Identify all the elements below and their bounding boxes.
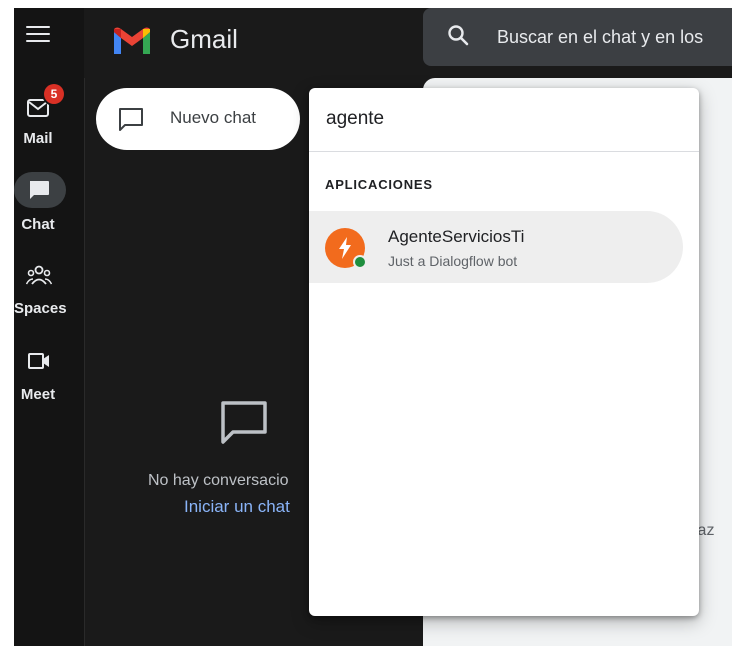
chat-bubble-icon xyxy=(30,181,49,199)
new-chat-icon xyxy=(119,108,143,131)
online-status-dot xyxy=(353,255,367,269)
gmail-logo-icon xyxy=(114,27,150,54)
empty-chat-icon xyxy=(221,401,267,444)
mail-unread-badge: 5 xyxy=(44,84,64,104)
rail-item-chat[interactable]: Chat xyxy=(14,172,84,236)
search-result-item[interactable]: AgenteServiciosTi Just a Dialogflow bot xyxy=(309,211,683,283)
dropdown-divider xyxy=(309,151,699,152)
new-chat-label: Nuevo chat xyxy=(170,108,256,127)
result-subtitle: Just a Dialogflow bot xyxy=(388,253,518,269)
rail-label-mail: Mail xyxy=(23,130,53,147)
rail-item-spaces[interactable]: Spaces xyxy=(14,264,84,324)
rail-label-spaces: Spaces xyxy=(14,300,67,317)
spaces-people-icon xyxy=(26,265,52,285)
rail-divider xyxy=(84,78,85,646)
app-title: Gmail xyxy=(170,24,238,54)
search-dropdown: agente APLICACIONES AgenteServiciosTi Ju… xyxy=(309,88,699,616)
nav-rail: Mail 5 Chat Spaces Meet xyxy=(14,8,84,646)
empty-state-text: No hay conversacio xyxy=(148,472,289,489)
rail-label-chat: Chat xyxy=(21,216,55,233)
video-camera-icon xyxy=(28,353,49,369)
dropdown-search-input[interactable]: agente xyxy=(326,108,384,130)
start-chat-link[interactable]: Iniciar un chat xyxy=(184,497,290,517)
result-name: AgenteServiciosTi xyxy=(388,227,525,246)
lightning-bolt-icon xyxy=(339,237,351,259)
rail-label-meet: Meet xyxy=(20,386,56,403)
rail-item-meet[interactable]: Meet xyxy=(14,350,84,410)
section-header-apps: APLICACIONES xyxy=(325,177,433,192)
new-chat-button[interactable]: Nuevo chat xyxy=(96,88,300,150)
search-placeholder: Buscar en el chat y en los xyxy=(497,27,704,47)
chat-search-bar[interactable]: Buscar en el chat y en los xyxy=(423,8,732,66)
search-icon[interactable] xyxy=(447,24,469,46)
main-menu-icon[interactable] xyxy=(26,26,50,44)
